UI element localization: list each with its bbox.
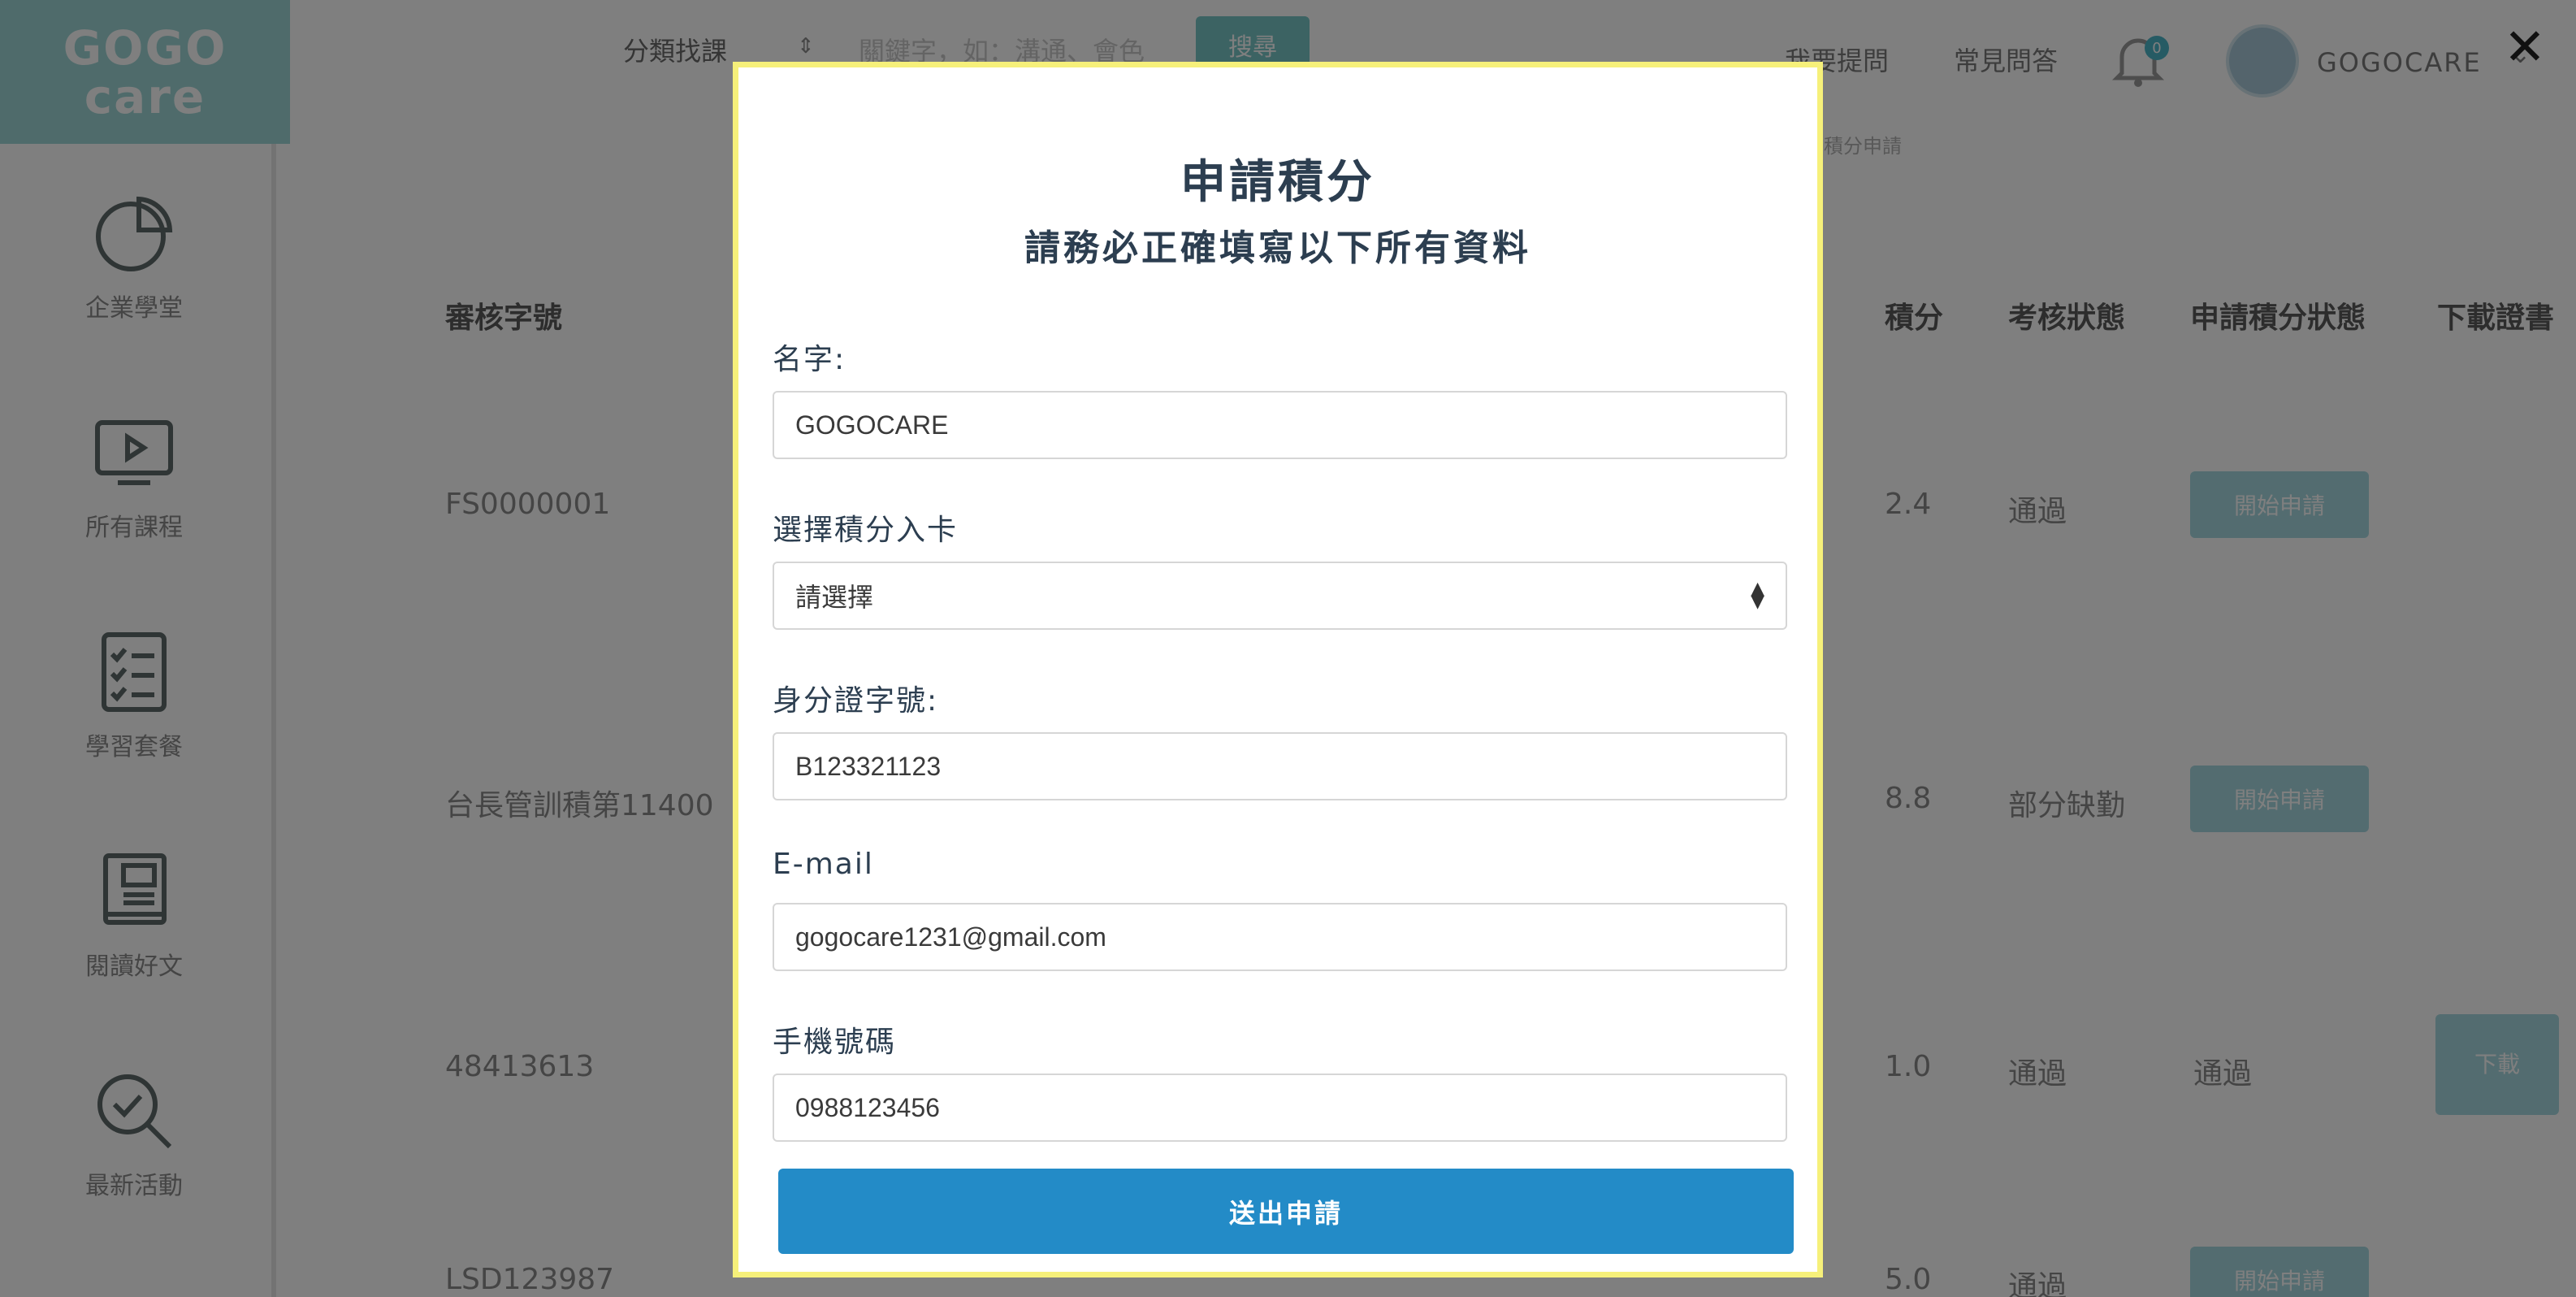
id-number-field[interactable] — [773, 732, 1787, 800]
card-label: 選擇積分入卡 — [773, 514, 959, 547]
phone-field[interactable] — [773, 1074, 1787, 1142]
email-field[interactable] — [773, 903, 1787, 971]
email-label: E-mail — [773, 848, 874, 881]
apply-points-modal: 申請積分 請務必正確填寫以下所有資料 名字: 選擇積分入卡 請選擇 ▲▼ 身分證… — [733, 62, 1823, 1277]
modal-title: 申請積分 — [1180, 156, 1375, 209]
close-icon[interactable]: ✕ — [2504, 22, 2546, 72]
modal-subtitle: 請務必正確填寫以下所有資料 — [1024, 228, 1531, 269]
select-arrow-icon: ▲ ▼ — [1751, 579, 1764, 612]
submit-application-button[interactable]: 送出申請 — [778, 1169, 1794, 1254]
name-field[interactable] — [773, 391, 1787, 459]
id-number-label: 身分證字號: — [773, 684, 939, 718]
name-label: 名字: — [773, 343, 846, 376]
card-select-value: 請選擇 — [795, 582, 874, 613]
card-select[interactable]: 請選擇 ▲ ▼ — [773, 562, 1787, 630]
phone-label: 手機號碼 — [773, 1026, 897, 1059]
